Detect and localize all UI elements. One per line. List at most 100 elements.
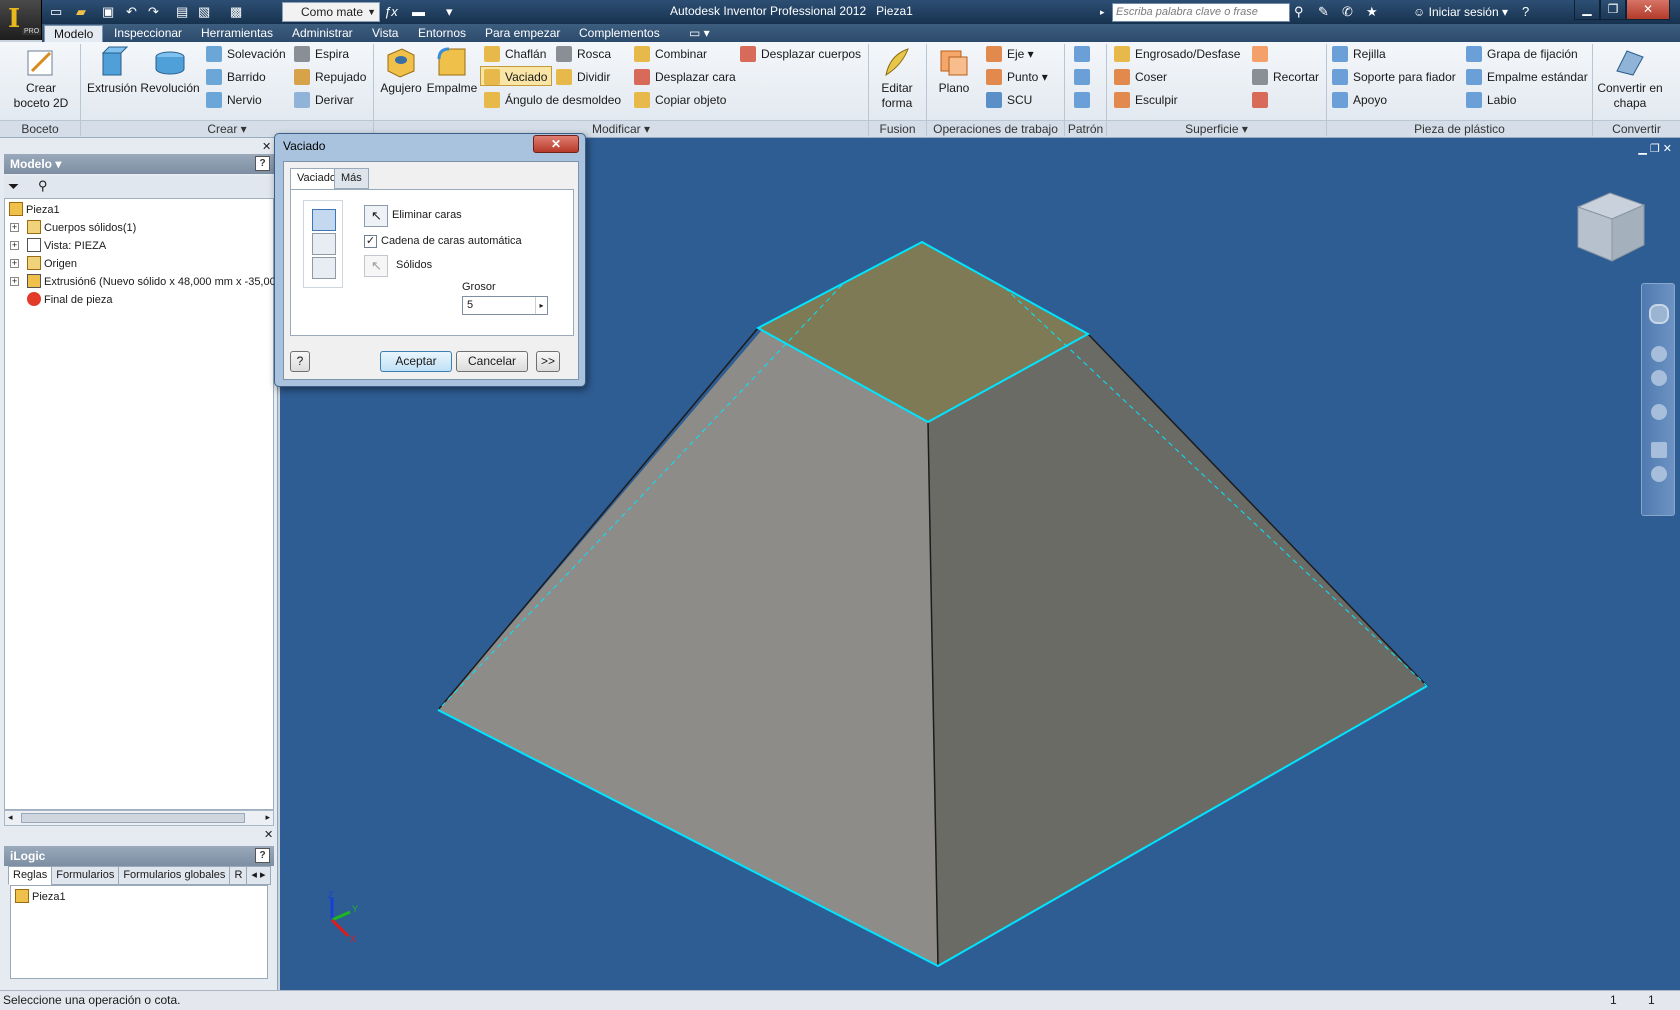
- scroll-thumb[interactable]: [21, 813, 245, 823]
- parameters-icon[interactable]: ƒx: [384, 3, 398, 21]
- emboss-button[interactable]: Repujado: [294, 67, 366, 87]
- expand-icon[interactable]: +: [10, 241, 19, 250]
- tab-formularios-globales[interactable]: Formularios globales: [118, 866, 231, 885]
- extrude-button[interactable]: Extrusión: [84, 45, 140, 96]
- select-icon[interactable]: ▧: [198, 3, 210, 21]
- more-options-button[interactable]: >>: [536, 351, 560, 372]
- dialog-help-button[interactable]: ?: [290, 351, 310, 372]
- remove-faces-button[interactable]: ↖: [364, 205, 388, 227]
- shell-button[interactable]: Vaciado: [480, 66, 553, 86]
- work-axis-button[interactable]: Eje ▾: [986, 44, 1034, 64]
- cancel-button[interactable]: Cancelar: [456, 351, 528, 372]
- maximize-button[interactable]: ❐: [1600, 0, 1626, 20]
- horizontal-scrollbar[interactable]: ◂ ▸: [4, 810, 274, 826]
- both-direction-button[interactable]: [312, 257, 336, 279]
- tab-complementos[interactable]: Complementos: [570, 25, 669, 42]
- binoculars-icon[interactable]: ⚲: [1294, 3, 1304, 21]
- expand-icon[interactable]: +: [10, 223, 19, 232]
- dialog-close-button[interactable]: ✕: [533, 135, 579, 153]
- boss-button[interactable]: Apoyo: [1332, 90, 1387, 110]
- expand-icon[interactable]: +: [10, 277, 19, 286]
- pan-hand-icon[interactable]: [1651, 346, 1667, 362]
- combine-button[interactable]: Combinar: [634, 44, 707, 64]
- thickness-arrow-icon[interactable]: ▸: [535, 297, 547, 314]
- loft-button[interactable]: Solevación: [206, 44, 286, 64]
- sweep-button[interactable]: Barrido: [206, 67, 266, 87]
- measure-icon[interactable]: ▬: [412, 3, 425, 21]
- tab-scroll-icon[interactable]: ◂ ▸: [246, 866, 271, 885]
- thread-button[interactable]: Rosca: [556, 44, 611, 64]
- tree-node-part[interactable]: Pieza1: [9, 201, 60, 219]
- steering-wheel-icon[interactable]: [1649, 304, 1669, 324]
- hole-button[interactable]: Agujero: [376, 45, 426, 96]
- navbar-options-icon[interactable]: [1651, 466, 1667, 482]
- mirror-button[interactable]: [1074, 90, 1095, 110]
- find-binoculars-icon[interactable]: ⚲: [38, 178, 48, 194]
- move-face-button[interactable]: Desplazar cara: [634, 67, 736, 87]
- filter-icon[interactable]: ⏷: [8, 178, 19, 195]
- work-point-button[interactable]: Punto ▾: [986, 67, 1048, 87]
- close-window-button[interactable]: ✕: [1626, 0, 1670, 20]
- work-plane-button[interactable]: Plano: [932, 45, 976, 96]
- ribbon-options-icon[interactable]: ▭ ▾: [680, 25, 719, 42]
- look-at-icon[interactable]: [1651, 442, 1667, 458]
- circular-pattern-button[interactable]: [1074, 67, 1095, 87]
- redo-icon[interactable]: ↷: [148, 3, 159, 21]
- tab-para-empezar[interactable]: Para empezar: [476, 25, 569, 42]
- trim-button[interactable]: Recortar: [1252, 67, 1319, 87]
- expand-icon[interactable]: +: [10, 259, 19, 268]
- material-combo[interactable]: Como mate ▼: [282, 2, 380, 22]
- undo-icon[interactable]: ↶: [126, 3, 137, 21]
- application-menu-button[interactable]: I PRO: [0, 0, 42, 40]
- tab-entornos[interactable]: Entornos: [409, 25, 475, 42]
- material-icon[interactable]: ▩: [230, 3, 242, 21]
- browser-header[interactable]: Modelo ▾?: [4, 154, 274, 174]
- tab-r[interactable]: R: [229, 866, 248, 885]
- customize-qat-icon[interactable]: ▾: [446, 3, 453, 21]
- rule-fillet-button[interactable]: Empalme estándar: [1466, 67, 1588, 87]
- tree-node-end-of-part[interactable]: Final de pieza: [27, 291, 113, 309]
- create-sketch-button[interactable]: Crear boceto 2D: [8, 45, 74, 111]
- inside-direction-button[interactable]: [312, 209, 336, 231]
- stitch-button[interactable]: Coser: [1114, 67, 1167, 87]
- thicken-offset-button[interactable]: Engrosado/Desfase: [1114, 44, 1240, 64]
- tree-node-view[interactable]: Vista: PIEZA: [27, 237, 106, 255]
- copy-object-button[interactable]: Copiar objeto: [634, 90, 726, 110]
- subscription-icon[interactable]: ✎: [1318, 3, 1329, 21]
- split-button[interactable]: Dividir: [556, 67, 610, 87]
- tab-formularios[interactable]: Formularios: [51, 866, 120, 885]
- search-input[interactable]: Escriba palabra clave o frase: [1112, 3, 1290, 22]
- move-bodies-button[interactable]: Desplazar cuerpos: [740, 44, 861, 64]
- orbit-icon[interactable]: [1651, 404, 1667, 420]
- thickness-input[interactable]: 5 ▸: [462, 296, 548, 315]
- zoom-icon[interactable]: [1651, 370, 1667, 386]
- ucs-button[interactable]: SCU: [986, 90, 1032, 110]
- tab-inspeccionar[interactable]: Inspeccionar: [105, 25, 191, 42]
- open-folder-icon[interactable]: ▰: [76, 3, 86, 21]
- tab-administrar[interactable]: Administrar: [283, 25, 362, 42]
- save-icon[interactable]: ▣: [102, 3, 114, 21]
- rectangular-pattern-button[interactable]: [1074, 44, 1095, 64]
- tab-modelo[interactable]: Modelo: [44, 25, 104, 42]
- tree-node-extrusion[interactable]: Extrusión6 (Nuevo sólido x 48,000 mm x -…: [27, 273, 276, 291]
- tree-node-solid-bodies[interactable]: Cuerpos sólidos(1): [27, 219, 136, 237]
- accept-button[interactable]: Aceptar: [380, 351, 452, 372]
- update-icon[interactable]: ▤: [176, 3, 188, 21]
- coil-button[interactable]: Espira: [294, 44, 349, 64]
- rest-button[interactable]: Grapa de fijación: [1466, 44, 1578, 64]
- snap-fit-button[interactable]: Soporte para fiador: [1332, 67, 1456, 87]
- tab-reglas[interactable]: Reglas: [8, 866, 53, 885]
- tree-node-origin[interactable]: Origen: [27, 255, 77, 273]
- scroll-right-icon[interactable]: ▸: [265, 812, 270, 823]
- solids-button[interactable]: ↖: [364, 255, 388, 277]
- patch-button[interactable]: [1252, 44, 1273, 64]
- close-pane-icon[interactable]: ✕: [262, 140, 271, 153]
- viewcube[interactable]: [1570, 185, 1652, 267]
- expand-search-icon[interactable]: ▸: [1100, 3, 1105, 21]
- revolve-button[interactable]: Revolución: [140, 45, 200, 96]
- outside-direction-button[interactable]: [312, 233, 336, 255]
- chamfer-button[interactable]: Chaflán: [484, 44, 546, 64]
- login-button[interactable]: ☺ Iniciar sesión ▾: [1413, 5, 1508, 19]
- rib-button[interactable]: Nervio: [206, 90, 262, 110]
- new-file-icon[interactable]: ▭: [50, 3, 62, 21]
